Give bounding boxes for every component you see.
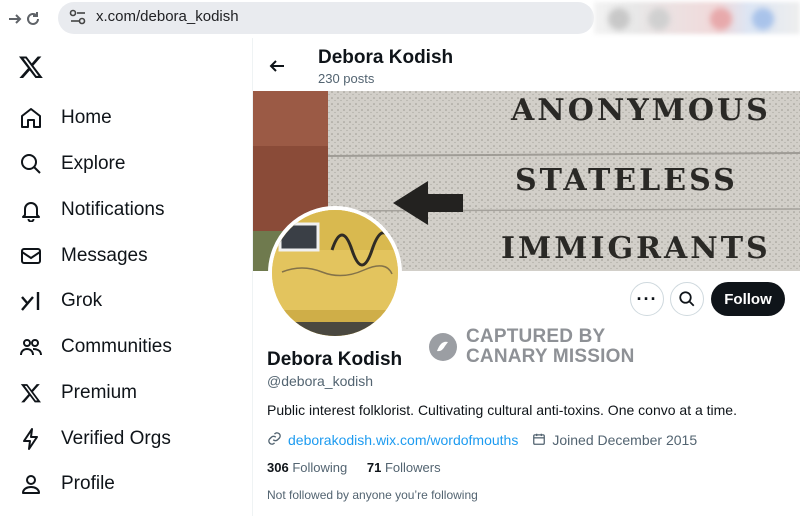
banner-text-line: IMMIGRANTS	[501, 231, 771, 266]
link-icon	[267, 431, 282, 449]
home-icon	[18, 105, 44, 131]
more-options-button[interactable]: ···	[630, 282, 664, 316]
sidebar-item-premium[interactable]: Premium	[18, 375, 137, 411]
mutual-followers-note: Not followed by anyone you’re following	[267, 488, 478, 502]
calendar-icon	[532, 432, 546, 449]
post-count: 230 posts	[318, 71, 375, 86]
bell-icon	[18, 197, 44, 223]
reload-icon[interactable]	[20, 6, 46, 32]
page-title: Debora Kodish	[318, 47, 454, 68]
back-arrow-icon[interactable]	[267, 56, 287, 76]
x-logo-icon	[18, 380, 44, 406]
profile-avatar[interactable]	[268, 206, 402, 340]
watermark-line: CANARY MISSION	[466, 346, 635, 367]
canary-logo-icon	[429, 333, 457, 361]
extension-icon[interactable]	[648, 8, 670, 30]
sidebar-item-profile[interactable]: Profile	[18, 466, 115, 502]
watermark: CAPTURED BY CANARY MISSION	[428, 327, 635, 367]
sidebar-item-home[interactable]: Home	[18, 100, 112, 136]
lightning-icon	[18, 426, 44, 452]
followers-link[interactable]: 71 Followers	[367, 460, 441, 475]
person-icon	[18, 471, 44, 497]
sidebar-item-verified-orgs[interactable]: Verified Orgs	[18, 421, 171, 457]
x-logo-icon[interactable]	[18, 54, 44, 80]
watermark-line: CAPTURED BY	[466, 326, 606, 347]
grok-icon	[18, 288, 44, 314]
sidebar-item-label: Grok	[61, 290, 103, 311]
extension-icon[interactable]	[752, 8, 774, 30]
browser-toolbar: x.com/debora_kodish	[0, 0, 800, 38]
site-info-icon[interactable]	[69, 9, 87, 25]
sidebar-item-messages[interactable]: Messages	[18, 238, 148, 274]
sidebar-item-label: Profile	[61, 473, 115, 494]
profile-bio: Public interest folklorist. Cultivating …	[267, 402, 737, 418]
url-text[interactable]: x.com/debora_kodish	[96, 8, 239, 25]
sidebar-item-explore[interactable]: Explore	[18, 146, 125, 182]
extension-icon[interactable]	[608, 8, 630, 30]
sidebar-item-notifications[interactable]: Notifications	[18, 192, 165, 228]
sidebar-item-label: Premium	[61, 382, 138, 403]
search-icon	[679, 291, 695, 307]
sidebar-item-label: Messages	[61, 245, 148, 266]
people-icon	[18, 334, 44, 360]
profile-main: Debora Kodish 230 posts ANONYMOUS STATEL…	[253, 38, 800, 516]
sidebar-item-communities[interactable]: Communities	[18, 329, 172, 365]
following-label: Following	[292, 460, 348, 475]
sidebar-nav: Home Explore Notifications Messages Grok…	[0, 38, 253, 516]
search-icon	[18, 151, 44, 177]
following-count: 306	[267, 460, 289, 475]
follow-counts: 306 Following 71 Followers	[267, 460, 441, 475]
envelope-icon	[18, 243, 44, 269]
sidebar-item-label: Home	[61, 107, 112, 128]
sidebar-item-label: Explore	[61, 153, 126, 174]
banner-text-line: STATELESS	[515, 163, 738, 198]
sidebar-item-grok[interactable]: Grok	[18, 283, 102, 319]
banner-text-line: ANONYMOUS	[511, 93, 771, 128]
followers-label: Followers	[384, 460, 441, 475]
joined-date: Joined December 2015	[552, 432, 698, 448]
search-profile-button[interactable]	[670, 282, 704, 316]
profile-website-link[interactable]: deborakodish.wix.com/wordofmouths	[288, 432, 518, 448]
profile-meta: deborakodish.wix.com/wordofmouths Joined…	[267, 431, 697, 449]
sidebar-item-label: Notifications	[61, 199, 165, 220]
profile-name: Debora Kodish	[267, 349, 403, 370]
more-icon: ···	[636, 289, 658, 309]
extension-icon[interactable]	[710, 8, 732, 30]
followers-count: 71	[366, 460, 382, 475]
sidebar-item-label: Communities	[61, 336, 172, 357]
sidebar-item-label: Verified Orgs	[61, 428, 171, 449]
following-link[interactable]: 306 Following	[267, 460, 347, 475]
profile-handle: @debora_kodish	[267, 373, 374, 389]
follow-button[interactable]: Follow	[711, 282, 785, 316]
